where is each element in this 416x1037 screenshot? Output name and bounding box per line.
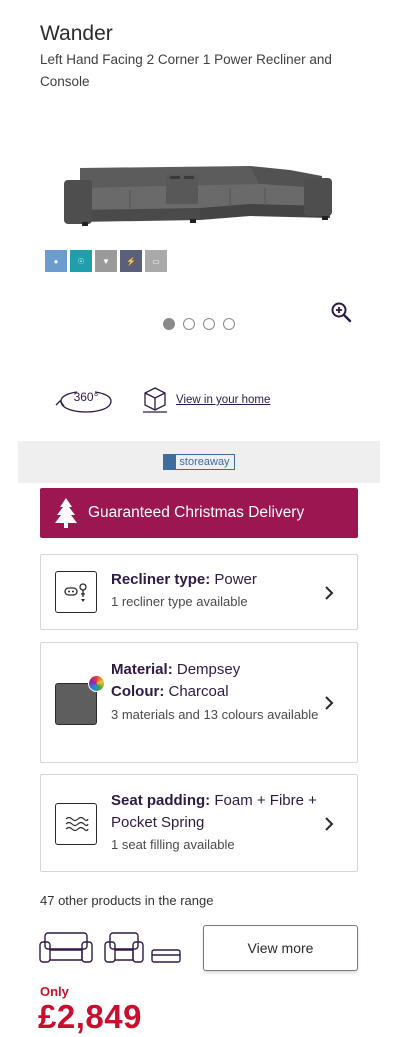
sofa-image: [64, 166, 332, 226]
carousel-dots: [163, 318, 235, 330]
chevron-right-icon: [325, 817, 334, 831]
recliner-type-value: Power: [214, 571, 257, 588]
chevron-right-icon: [325, 586, 334, 600]
armchair-icon: [104, 932, 144, 963]
colour-value: Charcoal: [168, 683, 229, 700]
storeaway-logo: storeaway: [163, 454, 235, 470]
charge-icon: ⚡: [120, 250, 142, 272]
price-amount: £2,849: [38, 998, 142, 1035]
material-colour-option[interactable]: Material: Dempsey Colour: Charcoal 3 mat…: [40, 642, 358, 763]
carousel-dot-3[interactable]: [203, 318, 215, 330]
material-label: Material:: [111, 661, 173, 678]
colour-wheel-icon: [88, 675, 105, 692]
light-icon: ☉: [70, 250, 92, 272]
carousel-dot-2[interactable]: [183, 318, 195, 330]
christmas-delivery-label: Guaranteed Christmas Delivery: [88, 504, 305, 521]
colour-label: Colour:: [111, 683, 165, 700]
recline-icon: ▼: [95, 250, 117, 272]
padding-sub: 1 seat filling available: [111, 837, 235, 852]
christmas-delivery-banner[interactable]: Guaranteed Christmas Delivery: [40, 488, 358, 538]
view-in-home-label: View in your home: [176, 394, 271, 406]
padding-layers-icon: [55, 803, 97, 845]
storage-icon: ▭: [145, 250, 167, 272]
zoom-icon[interactable]: [329, 300, 353, 324]
recliner-type-label: Recliner type:: [111, 571, 211, 588]
price-prefix: Only: [40, 984, 69, 999]
footstool-icon: [151, 949, 181, 963]
feature-icons: ● ☉ ▼ ⚡ ▭: [45, 250, 167, 272]
view-360-button[interactable]: 360°: [55, 387, 117, 415]
seat-padding-option[interactable]: Seat padding: Foam + Fibre + Pocket Spri…: [40, 774, 358, 872]
storeaway-text: storeaway: [179, 456, 230, 468]
chevron-right-icon: [325, 696, 334, 710]
material-swatch: [55, 675, 105, 725]
recliner-type-option[interactable]: Recliner type: Power 1 recliner type ava…: [40, 554, 358, 630]
product-subtitle: Left Hand Facing 2 Corner 1 Power Reclin…: [40, 52, 332, 89]
product-image-gallery[interactable]: ● ☉ ▼ ⚡ ▭: [40, 128, 358, 293]
material-value: Dempsey: [176, 661, 241, 678]
carousel-dot-4[interactable]: [223, 318, 235, 330]
view-in-home-link[interactable]: View in your home: [142, 386, 270, 414]
carousel-dot-1[interactable]: [163, 318, 175, 330]
sofa-icon: [39, 932, 93, 963]
person-icon: ●: [45, 250, 67, 272]
range-furniture-icons: [39, 932, 181, 963]
storeaway-banner[interactable]: storeaway: [18, 441, 380, 483]
recliner-control-icon: [55, 571, 97, 613]
storeaway-mark-icon: [164, 455, 177, 469]
padding-label: Seat padding:: [111, 792, 211, 809]
range-count-text: 47 other products in the range: [40, 893, 214, 908]
recliner-type-sub: 1 recliner type available: [111, 594, 248, 609]
view-more-button[interactable]: View more: [203, 925, 358, 971]
product-title: Wander: [40, 22, 113, 45]
christmas-tree-icon: [55, 498, 77, 528]
ar-box-icon: [143, 387, 167, 413]
view-360-label: 360°: [74, 390, 99, 404]
material-sub: 3 materials and 13 colours available: [111, 707, 319, 722]
